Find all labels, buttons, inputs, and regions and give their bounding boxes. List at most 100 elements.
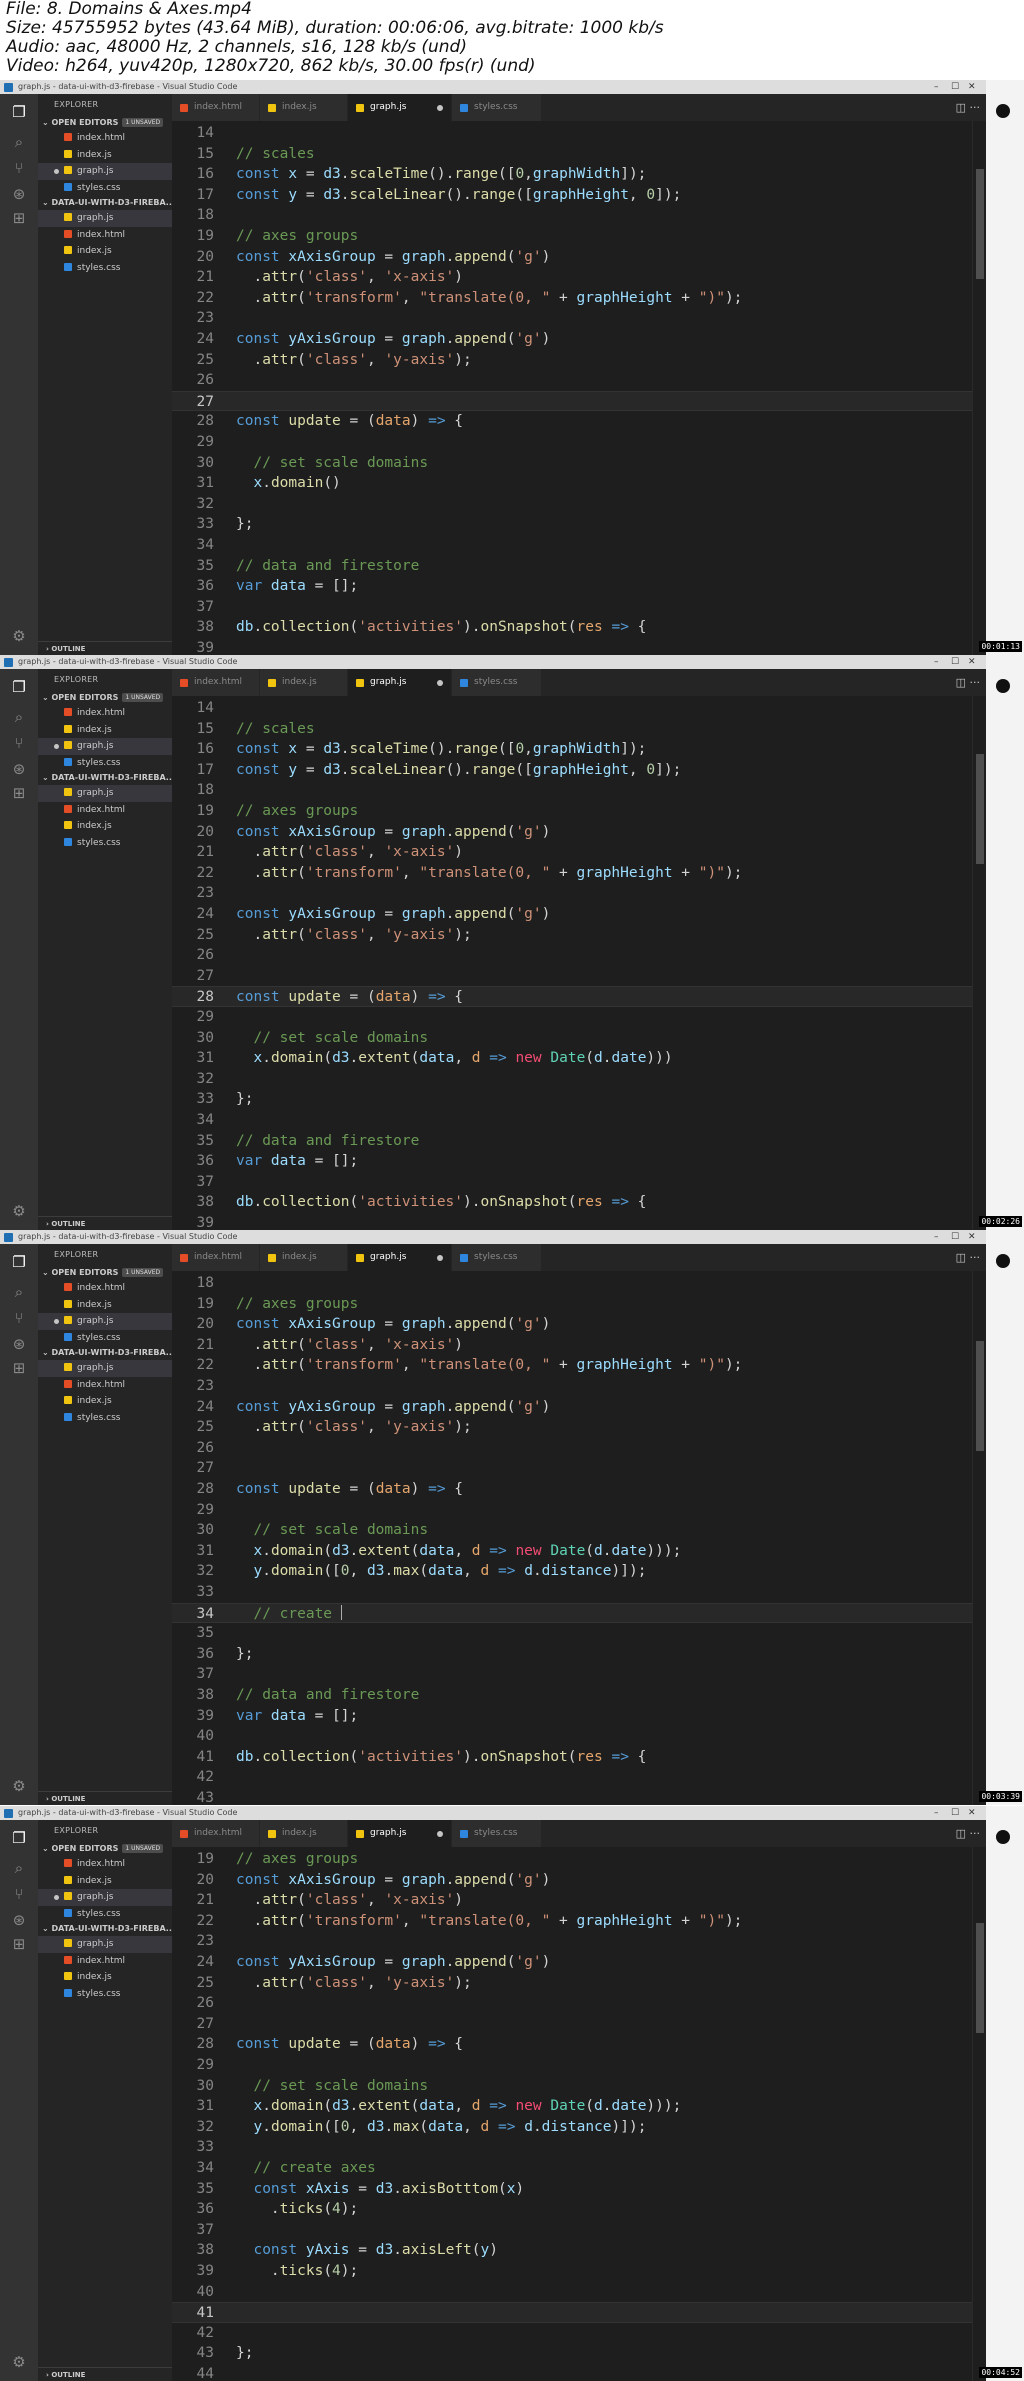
split-editor-icon[interactable]: ◫ [956, 1827, 970, 1840]
code-line[interactable]: 35 // data and firestore [172, 1131, 986, 1152]
source-control-icon[interactable]: ⑂ [9, 1884, 29, 1904]
unsaved-dot-icon[interactable] [437, 680, 443, 686]
open-editor-item[interactable]: styles.css [38, 1906, 172, 1923]
editor-tab[interactable]: index.js [260, 94, 348, 121]
open-editor-item[interactable]: index.js [38, 1297, 172, 1314]
code-line[interactable]: 31 x.domain(d3.extent(data, d => new Dat… [172, 1048, 986, 1069]
close-window-button[interactable]: ✕ [968, 80, 976, 94]
code-line[interactable]: 19 // axes groups [172, 1849, 986, 1870]
code-line[interactable]: 32 y.domain([0, d3.max(data, d => d.dist… [172, 2117, 986, 2138]
open-editors-section[interactable]: ⌄ OPEN EDITORS 1 UNSAVED [38, 1842, 172, 1856]
close-window-button[interactable]: ✕ [968, 1806, 976, 1820]
code-line[interactable]: 43 [172, 1788, 986, 1805]
open-editor-item[interactable]: index.html [38, 705, 172, 722]
project-file-item[interactable]: styles.css [38, 835, 172, 852]
project-file-item[interactable]: styles.css [38, 260, 172, 277]
editor-tab[interactable]: index.html [172, 1820, 260, 1847]
code-line[interactable]: 44 [172, 2364, 986, 2381]
outline-section[interactable]: › OUTLINE [38, 2367, 172, 2381]
split-editor-icon[interactable]: ◫ [956, 101, 970, 114]
code-line[interactable]: 26 [172, 1438, 986, 1459]
code-line[interactable]: 23 [172, 1376, 986, 1397]
files-icon[interactable]: ❐ [9, 1828, 29, 1848]
code-line[interactable]: 19 // axes groups [172, 226, 986, 247]
code-line[interactable]: 35 const xAxis = d3.axisBotttom(x) [172, 2179, 986, 2200]
code-line[interactable]: 17 const y = d3.scaleLinear().range([grap… [172, 760, 986, 781]
open-editor-item[interactable]: index.html [38, 130, 172, 147]
code-line[interactable]: 34 // create [172, 1602, 986, 1624]
code-line[interactable]: 38 db.collection('activities').onSnapshot… [172, 1192, 986, 1213]
open-editor-item[interactable]: index.html [38, 1856, 172, 1873]
project-section[interactable]: ⌄ DATA-UI-WITH-D3-FIREBA... [38, 196, 172, 210]
code-line[interactable]: 29 [172, 1007, 986, 1028]
editor-tab[interactable]: styles.css [452, 669, 542, 696]
project-file-item[interactable]: index.js [38, 243, 172, 260]
open-editor-item[interactable]: index.js [38, 147, 172, 164]
vertical-scrollbar[interactable] [972, 1847, 986, 2381]
code-line[interactable]: 33}; [172, 514, 986, 535]
code-line[interactable]: 37 [172, 597, 986, 618]
open-editors-section[interactable]: ⌄ OPEN EDITORS 1 UNSAVED [38, 691, 172, 705]
code-line[interactable]: 22 .attr('transform', "translate(0, " + … [172, 1355, 986, 1376]
project-section[interactable]: ⌄ DATA-UI-WITH-D3-FIREBA... [38, 1346, 172, 1360]
code-line[interactable]: 17 const y = d3.scaleLinear().range([grap… [172, 185, 986, 206]
code-line[interactable]: 19 // axes groups [172, 801, 986, 822]
scrollbar-thumb[interactable] [976, 1341, 984, 1451]
project-file-item[interactable]: index.js [38, 818, 172, 835]
unsaved-dot-icon[interactable] [437, 1255, 443, 1261]
outline-section[interactable]: › OUTLINE [38, 641, 172, 655]
code-line[interactable]: 34 [172, 1110, 986, 1131]
code-line[interactable]: 39 [172, 1213, 986, 1230]
split-editor-icon[interactable]: ◫ [956, 1251, 970, 1264]
files-icon[interactable]: ❐ [9, 1252, 29, 1272]
open-editor-item[interactable]: index.js [38, 722, 172, 739]
project-file-item[interactable]: index.js [38, 1969, 172, 1986]
source-control-icon[interactable]: ⑂ [9, 733, 29, 753]
code-line[interactable]: 39 var data = []; [172, 1706, 986, 1727]
code-editor[interactable]: 14 15// scales 16 const x = d3.scaleTime().… [172, 696, 986, 1230]
code-line[interactable]: 23 [172, 883, 986, 904]
editor-tab[interactable]: graph.js [348, 669, 452, 696]
open-editor-item[interactable]: graph.js [38, 1889, 172, 1906]
minimize-button[interactable]: – [934, 1806, 939, 1820]
code-editor[interactable]: 14 15// scales 16 const x = d3.scaleTime().… [172, 121, 986, 655]
maximize-button[interactable]: ☐ [951, 655, 959, 669]
extensions-icon[interactable]: ⊞ [9, 1358, 29, 1378]
code-line[interactable]: 25 .attr('class', 'y-axis'); [172, 1973, 986, 1994]
extensions-icon[interactable]: ⊞ [9, 1934, 29, 1954]
code-line[interactable]: 28 const update = (data) => { [172, 986, 986, 1007]
code-line[interactable]: 24 const yAxisGroup = graph.append('g') [172, 1397, 986, 1418]
code-line[interactable]: 20 const xAxisGroup = graph.append('g') [172, 1314, 986, 1335]
open-editor-item[interactable]: graph.js [38, 163, 172, 180]
editor-tab[interactable]: index.js [260, 669, 348, 696]
code-line[interactable]: 32 [172, 1069, 986, 1090]
code-line[interactable]: 23 [172, 1931, 986, 1952]
code-line[interactable]: 33 [172, 1582, 986, 1603]
code-line[interactable]: 34 // create axes [172, 2158, 986, 2179]
code-line[interactable]: 31 x.domain() [172, 473, 986, 494]
code-line[interactable]: 28 const update = (data) => { [172, 411, 986, 432]
project-file-item[interactable]: graph.js [38, 210, 172, 227]
code-line[interactable]: 16 const x = d3.scaleTime().range([0,grap… [172, 739, 986, 760]
debug-icon[interactable]: ⊛ [9, 1910, 29, 1930]
project-file-item[interactable]: styles.css [38, 1986, 172, 2003]
more-actions-icon[interactable]: ··· [970, 676, 981, 689]
settings-gear-icon[interactable]: ⚙ [9, 1776, 29, 1796]
code-editor[interactable]: 19 // axes groups 20 const xAxisGroup = gra… [172, 1847, 986, 2381]
code-line[interactable]: 29 [172, 2055, 986, 2076]
project-file-item[interactable]: index.html [38, 1953, 172, 1970]
project-file-item[interactable]: index.html [38, 1377, 172, 1394]
code-line[interactable]: 20 const xAxisGroup = graph.append('g') [172, 822, 986, 843]
project-section[interactable]: ⌄ DATA-UI-WITH-D3-FIREBA... [38, 771, 172, 785]
code-line[interactable]: 36 var data = []; [172, 576, 986, 597]
project-file-item[interactable]: index.html [38, 802, 172, 819]
code-line[interactable]: 20 const xAxisGroup = graph.append('g') [172, 247, 986, 268]
project-file-item[interactable]: index.html [38, 227, 172, 244]
code-line[interactable]: 27 [172, 1458, 986, 1479]
maximize-button[interactable]: ☐ [951, 1230, 959, 1244]
debug-icon[interactable]: ⊛ [9, 759, 29, 779]
code-line[interactable]: 20 const xAxisGroup = graph.append('g') [172, 1870, 986, 1891]
close-window-button[interactable]: ✕ [968, 655, 976, 669]
code-line[interactable]: 42 [172, 1767, 986, 1788]
code-line[interactable]: 14 [172, 698, 986, 719]
